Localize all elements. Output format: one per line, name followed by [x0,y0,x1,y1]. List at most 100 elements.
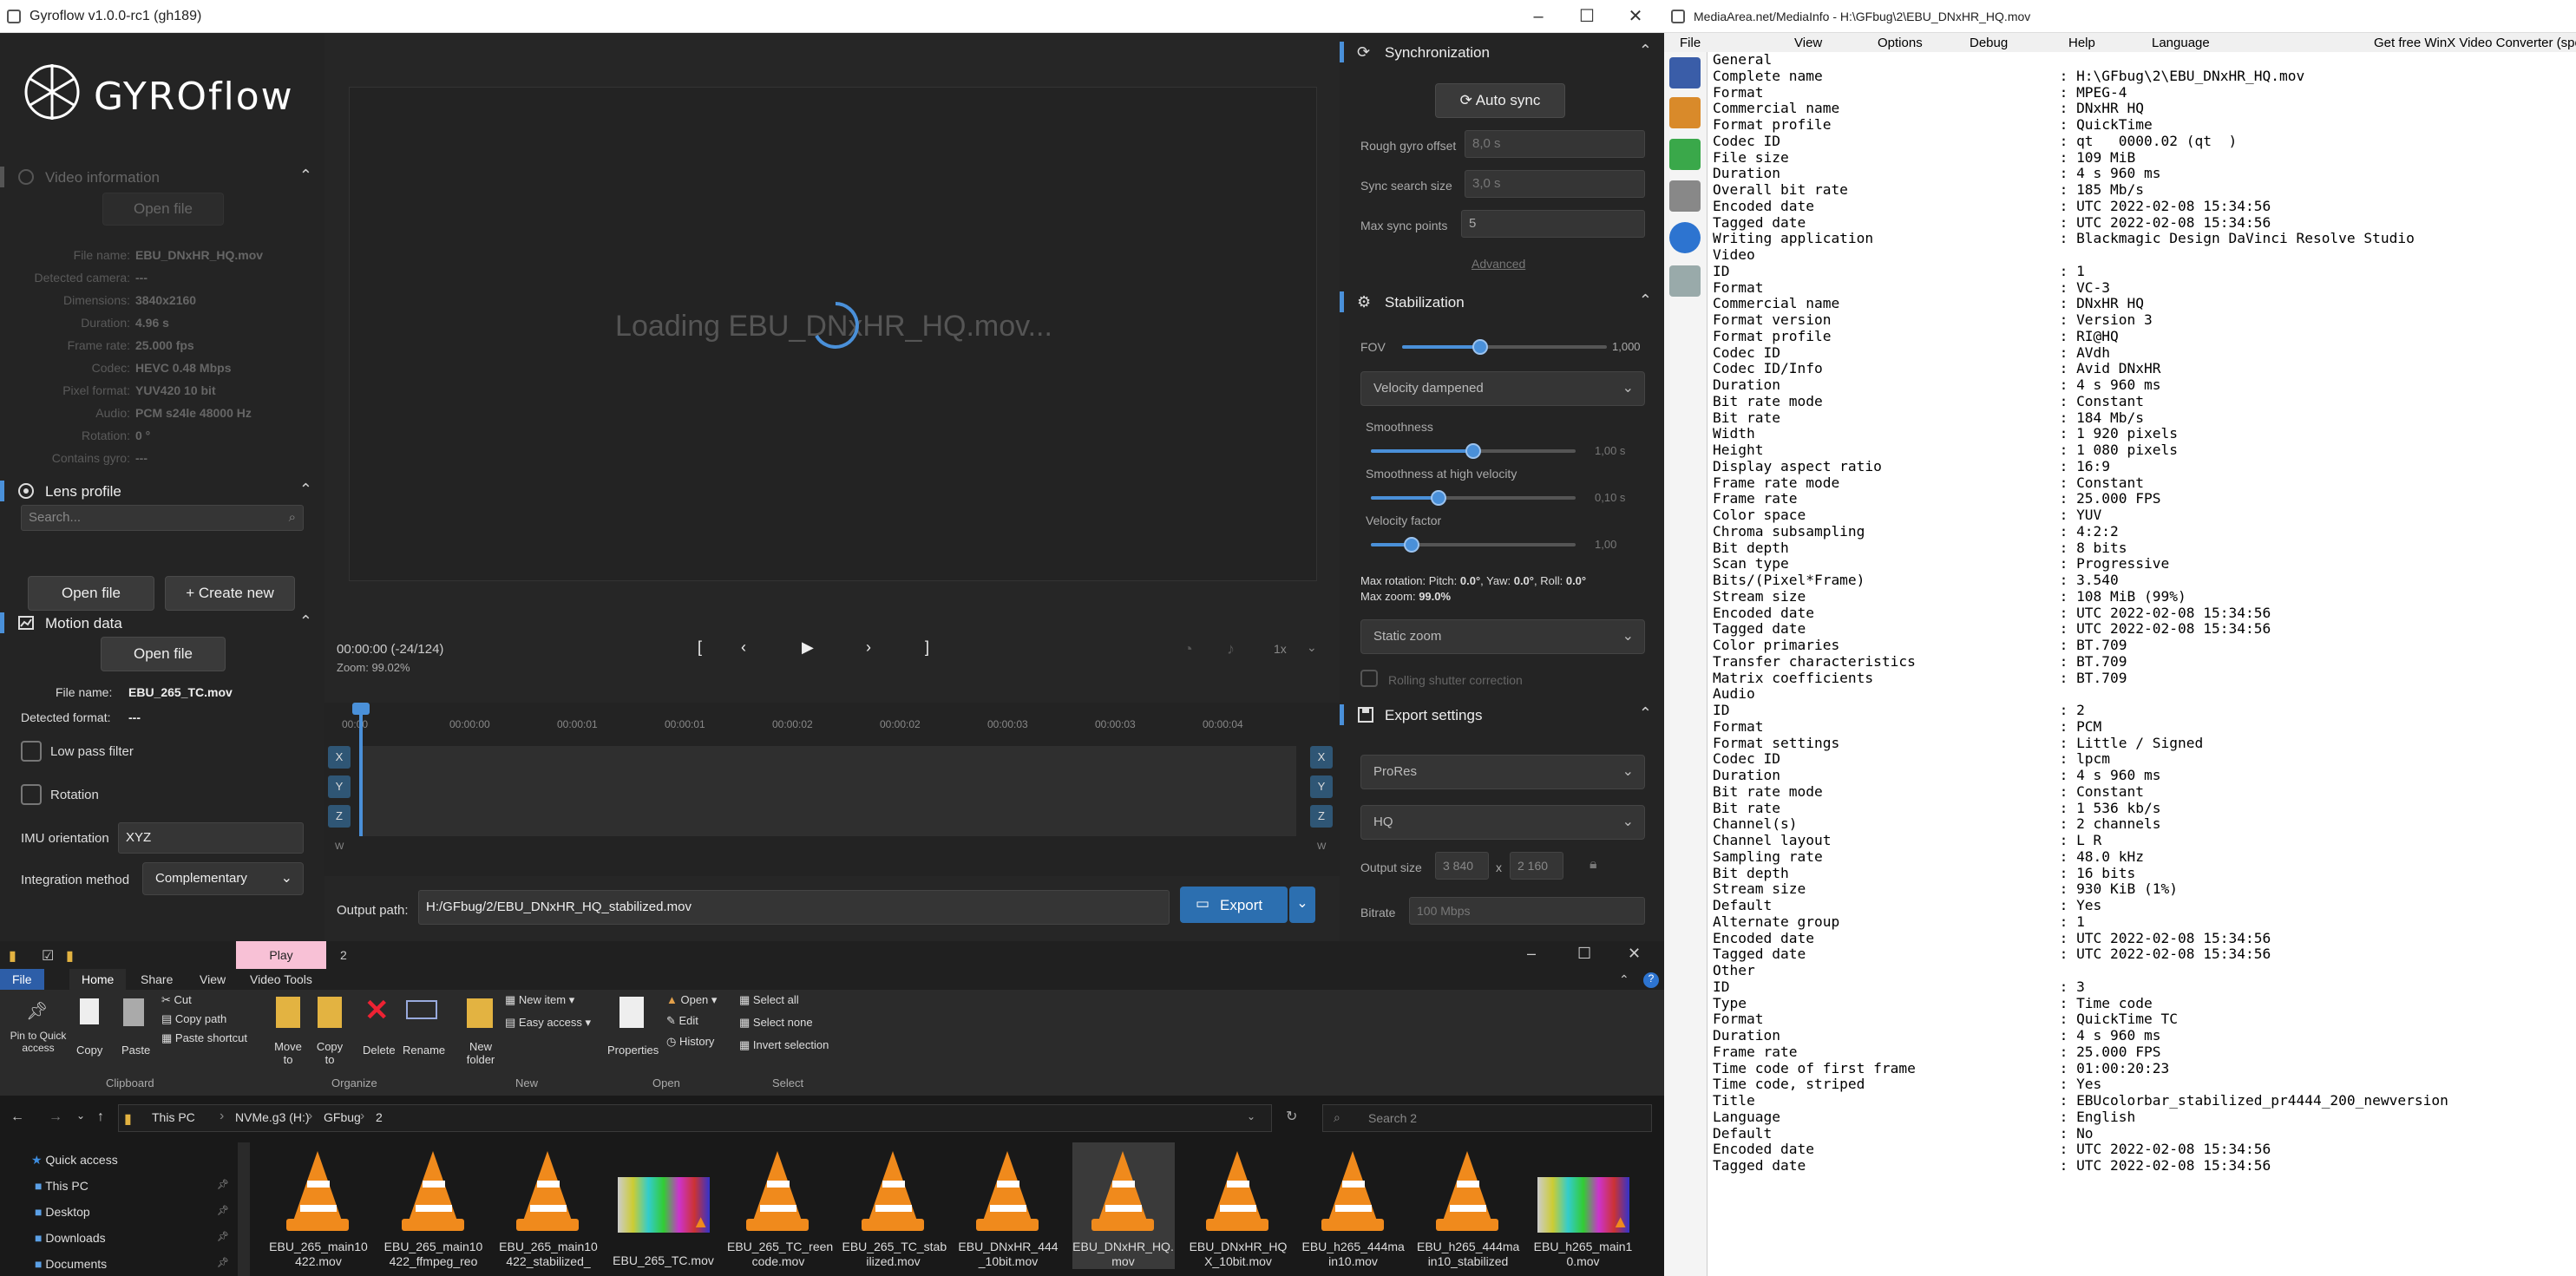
menu-item-language[interactable]: Language [2152,36,2210,50]
timeline[interactable]: 00:00 00:00:00 00:00:01 00:00:01 00:00:02 00:… [324,703,1340,876]
refresh-icon[interactable]: ↻ [1286,1108,1297,1125]
preferences-icon[interactable] [1669,180,1701,212]
chevron-down-icon[interactable]: ⌄ [1307,640,1317,655]
copy-button[interactable]: Copy [76,1044,102,1057]
file-item[interactable]: EBU_DNxHR_HQ. mov [1072,1142,1175,1269]
breadcrumb-item[interactable]: NVMe.g3 (H:) [235,1110,310,1124]
chevron-down-icon[interactable]: ⌄ [1247,1110,1255,1122]
file-item[interactable]: EBU_265_main10 422.mov [267,1142,370,1269]
volume-icon[interactable]: ♪ [1227,640,1235,658]
codec-select[interactable]: ProRes ⌄ [1360,755,1645,789]
ribbon-tab-file[interactable]: File [0,969,44,990]
file-item[interactable]: ▲ EBU_h265_main1 0.mov [1532,1142,1635,1269]
new-folder-button[interactable]: New folder [462,1040,500,1066]
file-item[interactable]: EBU_DNxHR_HQ X_10bit.mov [1187,1142,1289,1269]
velocity-factor-value[interactable]: 1,00 [1595,538,1616,551]
velocity-factor-slider[interactable] [1371,537,1576,553]
rolling-shutter-checkbox[interactable] [1360,670,1378,687]
prev-frame-icon[interactable]: ‹ [741,638,746,657]
new-folder-quick-icon[interactable]: ▮ [66,947,74,965]
close-icon[interactable]: ✕ [1611,3,1660,29]
select-none-button[interactable]: ▦ Select none [739,1016,813,1030]
smoothness-high-velocity-slider[interactable] [1371,490,1576,506]
open-file-icon[interactable] [1669,57,1701,88]
history-button[interactable]: ◷ History [666,1035,714,1049]
settings-icon[interactable] [1669,265,1701,297]
stabilization-header[interactable]: ⚙ Stabilization ⌃ [1340,285,1664,319]
about-icon[interactable] [1669,222,1701,253]
gyro-view-icon[interactable]: ◔ [1183,640,1193,658]
nav-item-desktop[interactable]: ■ Desktop 📌︎ [35,1205,229,1219]
file-item[interactable]: ▲ EBU_265_TC.mov [613,1142,715,1269]
menu-item-file[interactable]: File [1680,36,1701,50]
set-out-point-button[interactable]: ] [925,638,929,657]
video-information-header[interactable]: Video information ⌃ [0,160,324,194]
maximize-icon[interactable]: ☐ [1563,3,1611,29]
open-button[interactable]: ▲ Open ▾ [666,993,717,1007]
cut-button[interactable]: ✂ Cut [161,993,192,1007]
playback-speed[interactable]: 1x [1274,642,1287,656]
play-context-tab[interactable]: Play [236,941,326,969]
minimize-icon[interactable]: – [1527,945,1536,963]
lens-search-input[interactable]: Search... ⌕ [21,505,304,531]
file-item[interactable]: EBU_265_main10 422_ffmpeg_reo [383,1142,485,1269]
ribbon-tab-video-tools[interactable]: Video Tools [238,969,324,990]
axis-toggle-z[interactable]: Z [328,805,351,828]
play-icon[interactable]: ▶ [802,638,814,657]
breadcrumb-item[interactable]: GFbug [324,1110,361,1124]
lens-profile-header[interactable]: Lens profile ⌃ [0,474,324,508]
zoom-mode-select[interactable]: Static zoom ⌄ [1360,619,1645,654]
output-path-input[interactable]: H:/GFbug/2/EBU_DNxHR_HQ_stabilized.mov [418,890,1170,925]
breadcrumb-item[interactable]: 2 [376,1110,383,1124]
imu-orientation-input[interactable]: XYZ [118,822,304,854]
rename-button[interactable]: Rename [403,1044,445,1057]
axis-toggle-y[interactable]: Y [328,775,351,798]
output-width-input[interactable]: 3 840 [1435,852,1489,880]
collapse-ribbon-icon[interactable]: ⌃ [1619,972,1629,987]
axis-toggle-z[interactable]: Z [1310,805,1333,828]
fov-value[interactable]: 1,000 [1612,340,1641,353]
fov-slider[interactable] [1402,339,1607,355]
playhead-handle[interactable] [352,703,370,715]
synchronization-header[interactable]: ⟳ Synchronization ⌃ [1340,35,1664,69]
open-folder-icon[interactable] [1669,97,1701,128]
search-input[interactable]: ⌕ Search 2 [1322,1104,1652,1132]
nav-scrollbar[interactable] [238,1142,250,1276]
recent-locations-icon[interactable]: ⌄ [76,1109,85,1122]
integration-method-select[interactable]: Complementary ⌄ [142,862,304,895]
codec-profile-select[interactable]: HQ ⌄ [1360,805,1645,840]
properties-button[interactable]: Properties [607,1044,659,1057]
properties-quick-icon[interactable]: ☑ [42,947,54,965]
file-item[interactable]: EBU_265_main10 422_stabilized_ [497,1142,600,1269]
advanced-link[interactable]: Advanced [1472,257,1525,271]
export-icon[interactable] [1669,139,1701,170]
smoothness-slider[interactable] [1371,443,1576,459]
nav-item-this-pc[interactable]: ■ This PC 📌︎ [35,1179,229,1193]
paste-button[interactable]: Paste [121,1044,150,1057]
breadcrumb-item[interactable]: This PC [152,1110,195,1124]
ribbon-tab-share[interactable]: Share [128,969,185,990]
ribbon-tab-home[interactable]: Home [69,969,127,990]
export-settings-header[interactable]: Export settings ⌃ [1340,697,1664,732]
output-height-input[interactable]: 2 160 [1510,852,1563,880]
smoothness-value[interactable]: 1,00 s [1595,444,1625,457]
motion-data-header[interactable]: Motion data ⌃ [0,605,324,640]
bitrate-input[interactable]: 100 Mbps [1409,897,1645,925]
copy-path-button[interactable]: ▤ Copy path [161,1012,226,1026]
move-to-button[interactable]: Move to [271,1040,305,1066]
smoothness-high-velocity-value[interactable]: 0,10 s [1595,491,1625,504]
axis-toggle-x[interactable]: X [1310,746,1333,769]
close-icon[interactable]: ✕ [1628,945,1641,963]
menu-item-debug[interactable]: Debug [1970,36,2008,50]
lock-icon[interactable]: 🔒︎ [1590,857,1597,873]
forward-icon[interactable]: → [49,1109,62,1125]
paste-shortcut-button[interactable]: ▦ Paste shortcut [161,1031,247,1045]
low-pass-filter-checkbox[interactable] [21,741,42,762]
playhead[interactable] [359,703,363,836]
nav-item-quick-access[interactable]: ★ Quick access [31,1153,118,1168]
file-item[interactable]: EBU_h265_444ma in10.mov [1302,1142,1405,1269]
menu-item-options[interactable]: Options [1878,36,1923,50]
ribbon-tab-view[interactable]: View [187,969,238,990]
nav-item-downloads[interactable]: ■ Downloads 📌︎ [35,1231,229,1245]
next-frame-icon[interactable]: › [866,638,871,657]
